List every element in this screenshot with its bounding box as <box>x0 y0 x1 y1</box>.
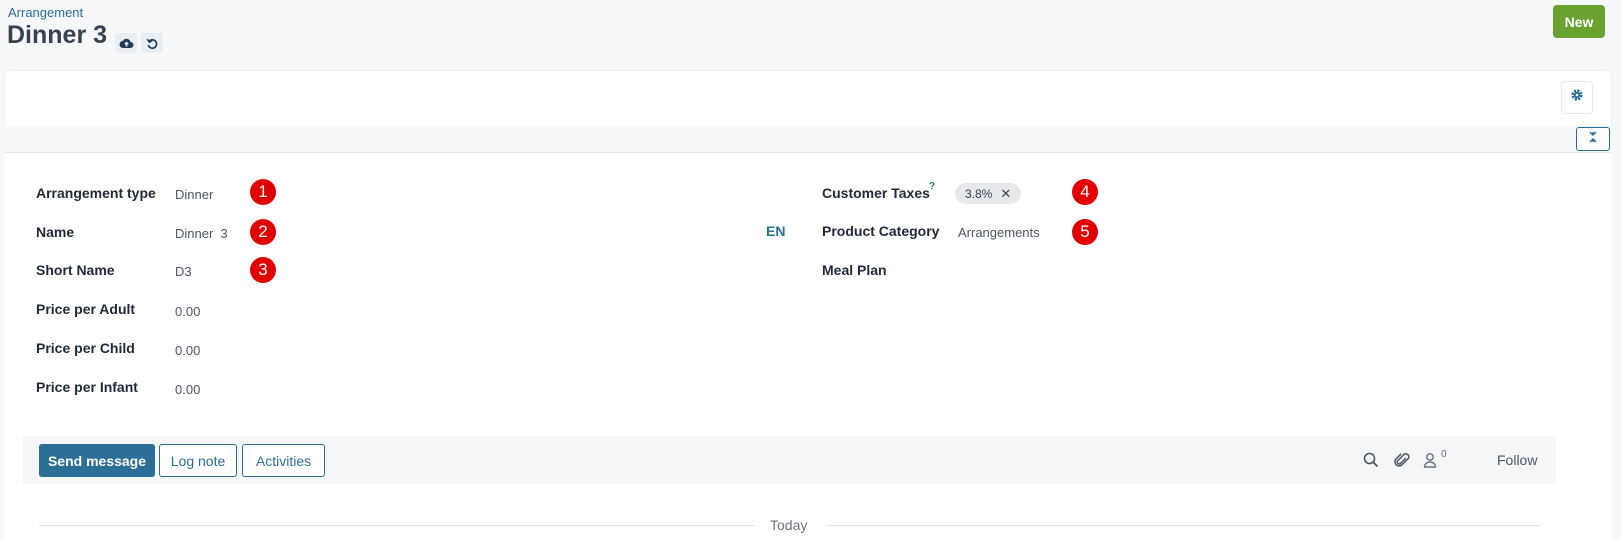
follow-button[interactable]: Follow <box>1497 452 1537 468</box>
field-label: Product Category <box>822 223 940 239</box>
cloud-upload-icon[interactable] <box>115 33 137 53</box>
undo-icon[interactable] <box>141 33 163 53</box>
breadcrumb[interactable]: Arrangement <box>8 5 83 20</box>
send-message-button[interactable]: Send message <box>39 444 155 477</box>
annotation-marker: 2 <box>250 219 276 245</box>
field-label: Arrangement type <box>36 185 156 201</box>
divider <box>39 525 755 526</box>
field-label: Short Name <box>36 262 115 278</box>
language-button[interactable]: EN <box>766 223 785 239</box>
help-tooltip[interactable]: ? <box>929 181 935 192</box>
gear-icon <box>1570 88 1584 107</box>
name-field[interactable]: Dinner 3 <box>175 226 228 241</box>
annotation-marker: 3 <box>250 257 276 283</box>
new-button[interactable]: New <box>1553 5 1605 38</box>
log-note-button[interactable]: Log note <box>159 444 237 477</box>
activities-button[interactable]: Activities <box>242 444 325 477</box>
page-title: Dinner 3 <box>7 21 108 49</box>
product-category-field[interactable]: Arrangements <box>958 225 1040 240</box>
paperclip-icon[interactable] <box>1392 450 1412 470</box>
short-name-field[interactable]: D3 <box>175 264 192 279</box>
settings-button[interactable] <box>1561 81 1593 114</box>
record-actions <box>115 33 163 53</box>
field-label: Price per Child <box>36 340 135 356</box>
date-separator: Today <box>770 517 808 533</box>
tax-tag: 3.8% ✕ <box>955 183 1022 204</box>
annotation-marker: 4 <box>1072 179 1098 205</box>
annotation-marker: 1 <box>250 179 276 205</box>
collapse-icon <box>1587 130 1599 148</box>
field-label: Price per Adult <box>36 301 136 317</box>
field-label: Meal Plan <box>822 262 887 278</box>
meal-plan-field[interactable] <box>958 262 1158 280</box>
price-child-field[interactable]: 0.00 <box>175 343 200 358</box>
field-label: Customer Taxes <box>822 185 930 201</box>
annotation-marker: 5 <box>1072 219 1098 245</box>
arrangement-type-field[interactable]: Dinner <box>175 187 213 202</box>
divider <box>826 525 1540 526</box>
field-label: Price per Infant <box>36 379 138 395</box>
follower-count: 0 <box>1441 449 1447 460</box>
price-infant-field[interactable]: 0.00 <box>175 382 200 397</box>
search-icon[interactable] <box>1361 450 1381 470</box>
tag-remove-icon[interactable]: ✕ <box>1000 186 1011 202</box>
tag-label: 3.8% <box>965 186 993 201</box>
user-icon[interactable] <box>1420 450 1440 470</box>
collapse-button[interactable] <box>1576 127 1610 151</box>
statusbar-panel <box>4 70 1612 126</box>
price-adult-field[interactable]: 0.00 <box>175 304 200 319</box>
field-label: Name <box>36 224 75 240</box>
